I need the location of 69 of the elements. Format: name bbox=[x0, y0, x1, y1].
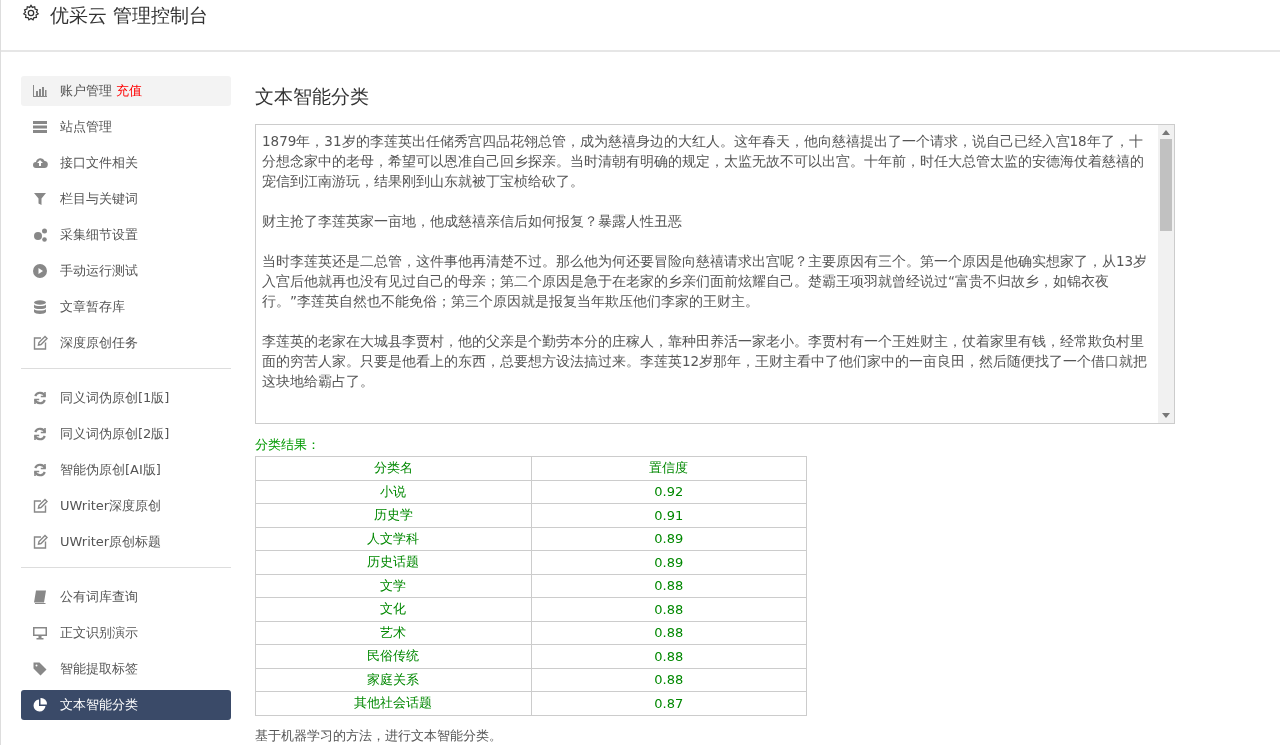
page-title: 文本智能分类 bbox=[255, 84, 370, 109]
app-title: 优采云 管理控制台 bbox=[50, 4, 209, 26]
table-cell: 文化 bbox=[255, 597, 531, 621]
sidebar-item[interactable]: 文本智能分类 bbox=[21, 690, 231, 720]
table-cell: 历史话题 bbox=[255, 550, 531, 574]
bar-chart-icon bbox=[32, 83, 48, 99]
sidebar-item[interactable]: 深度原创任务 bbox=[21, 328, 231, 358]
edit-icon bbox=[32, 498, 48, 514]
description-text: 基于机器学习的方法，进行文本智能分类。 bbox=[255, 727, 503, 745]
monitor-icon bbox=[32, 625, 48, 641]
sidebar-item[interactable]: 采集细节设置 bbox=[21, 220, 231, 250]
text-paragraph: 1879年，31岁的李莲英出任储秀宫四品花翎总管，成为慈禧身边的大红人。这年春天，他向慈禧提出了一个请求，说自己已经入宫18年了，十分想念家中的老母，希望可以恩准自己回乡探亲。当时清朝有明确的规定，太监无故不可以出宫。十年前，时任大总管太监的安德海仗着慈禧的宠信到江南游玩，结果刚到山东就被丁宝桢给砍了。 bbox=[262, 132, 1145, 191]
refresh-icon bbox=[32, 462, 48, 478]
sidebar-item[interactable]: 公有词库查询 bbox=[21, 582, 231, 612]
scroll-up-icon[interactable] bbox=[1162, 129, 1170, 135]
column-header: 分类名 bbox=[255, 456, 531, 480]
sidebar-item[interactable]: 同义词伪原创[2版] bbox=[21, 419, 231, 449]
sidebar-item[interactable]: 智能伪原创[AI版] bbox=[21, 455, 231, 485]
scrollbar[interactable] bbox=[1158, 125, 1174, 423]
result-label: 分类结果： bbox=[255, 437, 321, 454]
sidebar-item[interactable]: UWriter深度原创 bbox=[21, 491, 231, 521]
settings-icon bbox=[22, 4, 40, 22]
pie-chart-icon bbox=[32, 697, 48, 713]
edit-icon bbox=[32, 534, 48, 550]
table-cell: 0.88 bbox=[531, 668, 807, 692]
sidebar-item[interactable]: 正文识别演示 bbox=[21, 618, 231, 648]
scroll-down-icon[interactable] bbox=[1162, 413, 1170, 419]
table-cell: 0.89 bbox=[531, 550, 807, 574]
sidebar-item[interactable]: 站点管理 bbox=[21, 112, 231, 142]
table-cell: 文学 bbox=[255, 574, 531, 598]
sidebar-item[interactable]: 文章暂存库 bbox=[21, 292, 231, 322]
table-cell: 0.88 bbox=[531, 644, 807, 668]
server-icon bbox=[32, 119, 48, 135]
refresh-icon bbox=[32, 426, 48, 442]
database-icon bbox=[32, 299, 48, 315]
sidebar-item[interactable]: 手动运行测试 bbox=[21, 256, 231, 286]
table-cell: 其他社会话题 bbox=[255, 691, 531, 715]
sidebar-item[interactable]: 同义词伪原创[1版] bbox=[21, 383, 231, 413]
play-icon bbox=[32, 263, 48, 279]
tag-icon bbox=[32, 661, 48, 677]
table-cell: 0.88 bbox=[531, 621, 807, 645]
sidebar-item[interactable]: 接口文件相关 bbox=[21, 148, 231, 178]
table-cell: 艺术 bbox=[255, 621, 531, 645]
cloud-upload-icon bbox=[32, 155, 48, 171]
table-cell: 小说 bbox=[255, 480, 531, 504]
filter-icon bbox=[32, 191, 48, 207]
table-cell: 0.88 bbox=[531, 597, 807, 621]
text-paragraph: 当时李莲英还是二总管，这件事他再清楚不过。那么他为何还要冒险向慈禧请求出宫呢？主要原因有三个。第一个原因是他确实想家了，从13岁入宫后他就再也没有见过自己的母亲；第二个原因是急于在老家的乡亲们面前炫耀自己。楚霸王项羽就曾经说过“富贵不归故乡，如锦衣夜行。”李莲英自然也不能免俗；第三个原因就是报复当年欺压他们李家的王财主。 bbox=[262, 252, 1149, 311]
table-cell: 0.87 bbox=[531, 691, 807, 715]
table-cell: 0.91 bbox=[531, 503, 807, 527]
edit-icon bbox=[32, 335, 48, 351]
sidebar-item[interactable]: 智能提取标签 bbox=[21, 654, 231, 684]
table-cell: 家庭关系 bbox=[255, 668, 531, 692]
text-area[interactable] bbox=[255, 124, 1175, 424]
scrollbar-thumb[interactable] bbox=[1160, 139, 1172, 231]
sidebar-item[interactable]: UWriter原创标题 bbox=[21, 527, 231, 557]
table-cell: 民俗传统 bbox=[255, 644, 531, 668]
table-cell: 历史学 bbox=[255, 503, 531, 527]
sidebar-item[interactable]: 账户管理 充值 bbox=[21, 76, 231, 106]
sidebar-item[interactable]: 栏目与关键词 bbox=[21, 184, 231, 214]
text-paragraph: 李莲英的老家在大城县李贾村，他的父亲是个勤劳本分的庄稼人，靠种田养活一家老小。李贾村有一个王姓财主，仗着家里有钱，经常欺负村里面的穷苦人家。只要是他看上的东西，总要想方设法搞过来。李莲英12岁那年，王财主看中了他们家中的一亩良田，然后随便找了一个借口就把这块地给霸占了。 bbox=[262, 332, 1149, 391]
table-cell: 0.92 bbox=[531, 480, 807, 504]
text-paragraph: 财主抢了李莲英家一亩地，他成慈禧亲信后如何报复？暴露人性丑恶 bbox=[262, 212, 683, 231]
table-cell: 人文学科 bbox=[255, 527, 531, 551]
column-header: 置信度 bbox=[531, 456, 807, 480]
table-cell: 0.88 bbox=[531, 574, 807, 598]
book-icon bbox=[32, 589, 48, 605]
refresh-icon bbox=[32, 390, 48, 406]
table-cell: 0.89 bbox=[531, 527, 807, 551]
